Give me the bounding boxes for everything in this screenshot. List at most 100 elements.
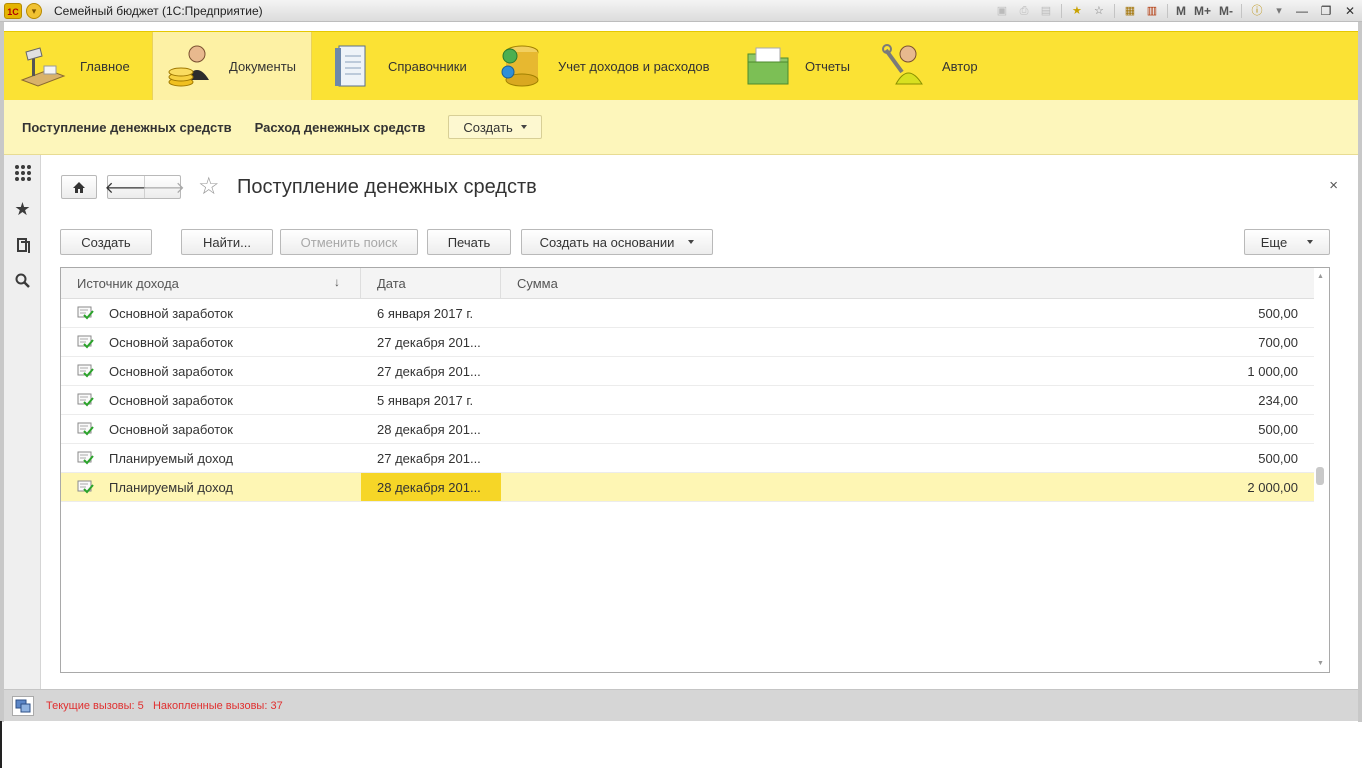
close-form-button[interactable]: ×: [1329, 177, 1338, 194]
main-menu-icon[interactable]: ▾: [26, 2, 42, 19]
more-button[interactable]: Еще: [1244, 229, 1330, 255]
calculator-icon[interactable]: ▦: [1121, 3, 1139, 19]
source-text: Планируемый доход: [109, 479, 233, 495]
search-icon[interactable]: [4, 263, 41, 299]
source-text: Основной заработок: [109, 392, 233, 408]
more-label: Еще: [1260, 234, 1288, 250]
section-income-expenses[interactable]: Учет доходов и расходов: [482, 32, 729, 100]
table-row[interactable]: Основной заработок 5 января 2017 г. 234,00: [61, 386, 1314, 415]
source-text: Основной заработок: [109, 363, 233, 379]
status-bar: Текущие вызовы: 5 Накопленные вызовы: 37: [4, 689, 1358, 721]
column-header-amount[interactable]: Сумма: [501, 268, 1314, 298]
link-expense-documents[interactable]: Расход денежных средств: [255, 120, 426, 135]
work-area: 🡐 🡒 ☆ Поступление денежных средств × Соз…: [41, 155, 1358, 689]
section-label: Главное: [80, 58, 130, 74]
calendar-icon[interactable]: ▥: [1143, 3, 1161, 19]
memory-button[interactable]: M: [1176, 4, 1186, 18]
print-icon[interactable]: ⎙: [1015, 3, 1033, 19]
folder-report-icon: [743, 41, 793, 91]
memory-minus-button[interactable]: M-: [1219, 4, 1233, 18]
find-button[interactable]: Найти...: [181, 229, 273, 255]
close-window-button[interactable]: ✕: [1338, 4, 1362, 18]
tools-panel: ★: [4, 155, 41, 689]
cell-amount: 500,00: [1258, 450, 1298, 466]
forward-arrow-icon[interactable]: 🡒: [142, 176, 185, 198]
create-based-on-label: Создать на основании: [539, 234, 675, 250]
home-icon: [73, 181, 85, 193]
section-label: Документы: [229, 58, 297, 74]
section-reports[interactable]: Отчеты: [729, 32, 866, 100]
cell-date: 28 декабря 201...: [377, 421, 481, 437]
table-row[interactable]: Основной заработок 27 декабря 201... 1 000…: [61, 357, 1314, 386]
scroll-down-icon[interactable]: ▼: [1317, 660, 1324, 667]
cell-amount: 2 000,00: [1247, 479, 1298, 495]
window-right-border: [1358, 22, 1362, 722]
separator: [1241, 4, 1242, 18]
reference-book-icon: [326, 41, 376, 91]
scroll-thumb[interactable]: [1316, 467, 1324, 485]
table-row[interactable]: Основной заработок 27 декабря 201... 700,0…: [61, 328, 1314, 357]
history-icon[interactable]: [4, 227, 41, 263]
sort-arrow-icon: ↓: [334, 275, 340, 289]
section-main[interactable]: Главное: [4, 32, 152, 100]
cell-date: 5 января 2017 г.: [377, 392, 474, 408]
print-button[interactable]: Печать: [427, 229, 511, 255]
create-button[interactable]: Создать: [60, 229, 152, 255]
table-row[interactable]: Основной заработок 6 января 2017 г. 500,00: [61, 299, 1314, 328]
author-tools-icon: [880, 41, 930, 91]
cell-date: 27 декабря 201...: [377, 363, 481, 379]
info-icon[interactable]: ⓘ: [1248, 3, 1266, 19]
title-bar: 1С ▾ Семейный бюджет (1С:Предприятие) ▣ …: [0, 0, 1362, 22]
page-title: Поступление денежных средств: [237, 176, 537, 198]
section-documents[interactable]: Документы: [152, 32, 312, 100]
chevron-down-icon[interactable]: ▾: [1270, 3, 1288, 19]
posted-document-icon: [77, 335, 94, 349]
documents-table: Источник дохода ↓ Дата Сумма Основной за…: [60, 267, 1330, 673]
create-based-on-button[interactable]: Создать на основании: [521, 229, 713, 255]
cell-source: Основной заработок: [61, 299, 361, 327]
posted-document-icon: [77, 451, 94, 465]
posted-document-icon: [77, 422, 94, 436]
app-logo-icon[interactable]: 1С: [4, 2, 22, 19]
title-bar-controls: ▣ ⎙ ▤ ★ ☆ ▦ ▥ M M+ M- ⓘ ▾ — ❐ ✕: [991, 0, 1362, 22]
window-edge: [0, 721, 2, 768]
create-menu-button[interactable]: Создать: [448, 115, 542, 139]
vertical-scrollbar[interactable]: ▲ ▼: [1315, 273, 1325, 667]
add-to-favorites-star-icon[interactable]: ☆: [198, 172, 220, 201]
posted-document-icon: [77, 480, 94, 494]
chevron-down-icon: [1307, 240, 1314, 244]
back-arrow-icon[interactable]: 🡐: [105, 176, 147, 198]
favorites-icon[interactable]: ★: [1068, 3, 1086, 19]
column-header-source[interactable]: Источник дохода ↓: [61, 268, 361, 298]
performance-monitor-icon[interactable]: [12, 695, 34, 716]
table-row[interactable]: Основной заработок 28 декабря 201... 500,0…: [61, 415, 1314, 444]
source-text: Основной заработок: [109, 334, 233, 350]
favorites-star-icon[interactable]: ★: [4, 191, 41, 227]
save-icon[interactable]: ▣: [993, 3, 1011, 19]
section-references[interactable]: Справочники: [312, 32, 482, 100]
scroll-up-icon[interactable]: ▲: [1317, 273, 1324, 280]
table-body: Основной заработок 6 января 2017 г. 500,00…: [61, 299, 1329, 502]
memory-plus-button[interactable]: M+: [1194, 4, 1211, 18]
sections-panel: Главное Документы Справочники Учет доход…: [4, 31, 1358, 100]
table-row[interactable]: Планируемый доход 27 декабря 201... 500,00: [61, 444, 1314, 473]
preview-icon[interactable]: ▤: [1037, 3, 1055, 19]
all-functions-icon[interactable]: [4, 155, 41, 191]
status-calls-text: Текущие вызовы: 5 Накопленные вызовы: 37: [46, 699, 283, 712]
table-row[interactable]: Планируемый доход 28 декабря 201... 2 000,…: [61, 473, 1314, 502]
table-header: Источник дохода ↓ Дата Сумма: [61, 268, 1314, 299]
add-favorite-icon[interactable]: ☆: [1090, 3, 1108, 19]
section-author[interactable]: Автор: [866, 32, 996, 100]
column-header-date[interactable]: Дата: [361, 268, 501, 298]
cell-date: 27 декабря 201...: [377, 450, 481, 466]
source-text: Основной заработок: [109, 305, 233, 321]
home-button[interactable]: [61, 175, 97, 199]
cell-amount: 234,00: [1258, 392, 1298, 408]
minimize-button[interactable]: —: [1290, 4, 1314, 18]
restore-button[interactable]: ❐: [1314, 4, 1338, 18]
cancel-search-button[interactable]: Отменить поиск: [280, 229, 418, 255]
cell-amount: 700,00: [1258, 334, 1298, 350]
link-income-documents[interactable]: Поступление денежных средств: [22, 120, 232, 135]
navigation-buttons: 🡐 🡒: [105, 175, 185, 199]
cell-source: Планируемый доход: [61, 444, 361, 472]
